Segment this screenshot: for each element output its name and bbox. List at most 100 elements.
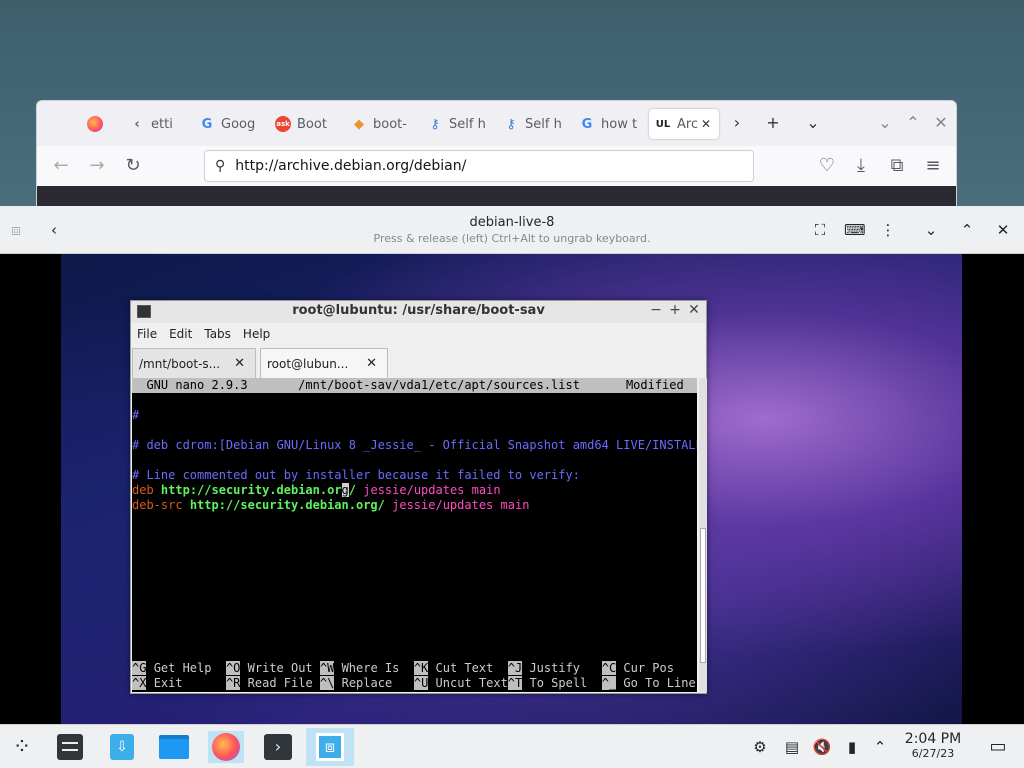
new-tab-icon[interactable]: + — [763, 113, 783, 132]
clock[interactable]: 2:04 PM 6/27/23 — [900, 731, 966, 760]
download-icon[interactable]: ⤓ — [849, 154, 873, 178]
battery-icon[interactable]: ▮ — [842, 737, 862, 757]
close-tab-icon[interactable]: ✕ — [701, 117, 711, 131]
source-line-deb-src: deb-src http://security.debian.org/ jess… — [132, 498, 530, 512]
terminal-icon[interactable]: › — [262, 731, 294, 763]
volume-muted-icon[interactable]: 🔇 — [812, 737, 832, 757]
pocket-icon[interactable]: ♡ — [815, 154, 839, 178]
vm-window-title: debian-live-8 — [469, 215, 555, 230]
key-icon: ⚷ — [506, 116, 516, 132]
show-desktop-icon[interactable]: ▭ — [988, 737, 1008, 757]
menu-edit[interactable]: Edit — [163, 324, 198, 346]
nano-filename: /mnt/boot-sav/vda1/etc/apt/sources.list — [247, 378, 580, 392]
ask-icon: ask — [275, 116, 291, 132]
reload-icon[interactable]: ↻ — [121, 154, 145, 178]
more-menu-icon[interactable]: ⋮ — [878, 220, 898, 240]
terminal-tab-root[interactable]: root@lubun... ✕ — [260, 348, 388, 378]
source-line-comment: # Line commented out by installer becaus… — [132, 468, 580, 482]
maximize-icon[interactable]: + — [668, 302, 682, 318]
clock-time: 2:04 PM — [904, 731, 962, 747]
close-tab-icon[interactable]: ✕ — [366, 356, 377, 371]
terminal-scrollbar[interactable] — [699, 378, 707, 692]
terminal-window: root@lubuntu: /usr/share/boot-sav − + ✕ … — [130, 300, 707, 694]
nano-shortcut-bar: ^G Get Help ^O Write Out ^W Where Is ^K … — [132, 661, 697, 691]
terminal-titlebar: root@lubuntu: /usr/share/boot-sav − + ✕ — [131, 301, 706, 323]
nano-version: GNU nano 2.9.3 — [132, 378, 248, 392]
key-icon: ⚷ — [430, 116, 440, 132]
source-line-cdrom: # deb cdrom:[Debian GNU/Linux 8 _Jessie_… — [132, 438, 697, 452]
extensions-icon[interactable]: ⧉ — [885, 154, 909, 178]
virt-manager-icon[interactable]: ⧈ — [306, 728, 354, 766]
menu-help[interactable]: Help — [237, 324, 276, 346]
menu-tabs[interactable]: Tabs — [198, 324, 237, 346]
diamond-icon: ◆ — [354, 116, 364, 132]
close-icon[interactable]: ✕ — [687, 302, 701, 318]
close-window-icon[interactable]: ✕ — [931, 113, 951, 132]
search-icon: ⚲ — [215, 158, 226, 174]
maximize-icon[interactable]: ⌃ — [903, 113, 923, 132]
firefox-tab-strip: ‹ etti G Goog ask Boot ◆ boot- ⚷ Self h … — [37, 101, 956, 146]
google-icon: G — [581, 116, 593, 132]
fit-screen-icon[interactable]: ⛶ — [810, 220, 830, 240]
close-icon[interactable]: ✕ — [993, 220, 1013, 240]
terminal-tab-mnt[interactable]: /mnt/boot-s... ✕ — [132, 348, 256, 378]
list-all-tabs-icon[interactable]: ⌄ — [803, 113, 823, 132]
shortcut-row-2: ^X Exit ^R Read File ^\ Replace ^U Uncut… — [132, 676, 696, 690]
chevron-left-icon: ‹ — [134, 116, 140, 132]
nano-modified-flag: Modified — [625, 378, 691, 392]
file-manager-icon[interactable] — [158, 731, 190, 763]
clock-date: 6/27/23 — [911, 747, 955, 760]
firefox-icon — [87, 116, 103, 132]
tab-settings[interactable]: ‹ etti — [129, 109, 179, 139]
minimize-icon[interactable]: ⌄ — [875, 113, 895, 132]
scroll-tabs-right-icon[interactable]: › — [727, 113, 747, 132]
minimize-icon[interactable]: ⌄ — [921, 220, 941, 240]
tab-label: Self h — [525, 116, 562, 132]
terminal-title: root@lubuntu: /usr/share/boot-sav — [292, 303, 545, 318]
url-bar[interactable]: ⚲ http://archive.debian.org/debian/ — [204, 150, 754, 182]
firefox-icon[interactable] — [208, 731, 244, 763]
taskbar: ⁘ ⇩ › ⧈ ⚙ ▤ 🔇 ▮ ⌃ 2:04 PM 6/27/23 ▭ — [0, 724, 1024, 768]
tab-self-hosted-1[interactable]: ⚷ Self h — [427, 109, 491, 139]
tab-label: etti — [151, 116, 173, 132]
tab-google[interactable]: G Goog — [199, 109, 263, 139]
kde-connect-icon[interactable]: ⚙ — [750, 737, 770, 757]
tab-google-how[interactable]: G how t — [579, 109, 643, 139]
url-text[interactable]: http://archive.debian.org/debian/ — [235, 158, 466, 174]
back-icon[interactable]: ← — [49, 154, 73, 178]
google-icon: G — [201, 116, 213, 132]
ul-icon: UL — [655, 118, 671, 130]
system-settings-icon[interactable] — [54, 731, 86, 763]
tab-label: Goog — [221, 116, 256, 132]
software-store-icon[interactable]: ⇩ — [106, 731, 138, 763]
maximize-icon[interactable]: ⌃ — [957, 220, 977, 240]
close-tab-icon[interactable]: ✕ — [234, 356, 245, 371]
tab-ask-boot[interactable]: ask Boot — [275, 109, 339, 139]
tab-label: boot- — [373, 116, 407, 132]
scrollbar-thumb[interactable] — [700, 528, 706, 663]
menu-icon[interactable]: ≡ — [921, 154, 945, 178]
source-line-hash: # — [132, 408, 140, 422]
menu-file[interactable]: File — [131, 324, 163, 346]
clipboard-icon[interactable]: ▤ — [782, 737, 802, 757]
tab-label: Arc — [677, 116, 699, 132]
navigation-toolbar: ← → ↻ ⚲ http://archive.debian.org/debian… — [37, 146, 956, 186]
text-cursor: g — [341, 483, 349, 497]
source-line-deb: deb http://security.debian.org/ jessie/u… — [132, 483, 501, 497]
forward-icon[interactable]: → — [85, 154, 109, 178]
expand-tray-icon[interactable]: ⌃ — [870, 737, 890, 757]
tab-archive-active[interactable]: UL Arc ✕ — [649, 109, 719, 139]
vm-ungrab-hint: Press & release (left) Ctrl+Alt to ungra… — [373, 232, 651, 245]
shortcut-row-1: ^G Get Help ^O Write Out ^W Where Is ^K … — [132, 661, 674, 675]
nano-header: GNU nano 2.9.3 /mnt/boot-sav/vda1/etc/ap… — [132, 378, 697, 393]
tab-label: Self h — [449, 116, 486, 132]
keyboard-icon[interactable]: ⌨ — [844, 220, 866, 240]
minimize-icon[interactable]: − — [649, 302, 663, 318]
tab-firefox-view[interactable] — [87, 109, 109, 139]
tab-self-hosted-2[interactable]: ⚷ Self h — [503, 109, 567, 139]
nano-editor[interactable]: GNU nano 2.9.3 /mnt/boot-sav/vda1/etc/ap… — [132, 378, 697, 692]
tab-label: Boot — [297, 116, 327, 132]
app-launcher-icon[interactable]: ⁘ — [6, 731, 38, 763]
tab-label: how t — [601, 116, 638, 132]
tab-boot[interactable]: ◆ boot- — [351, 109, 415, 139]
